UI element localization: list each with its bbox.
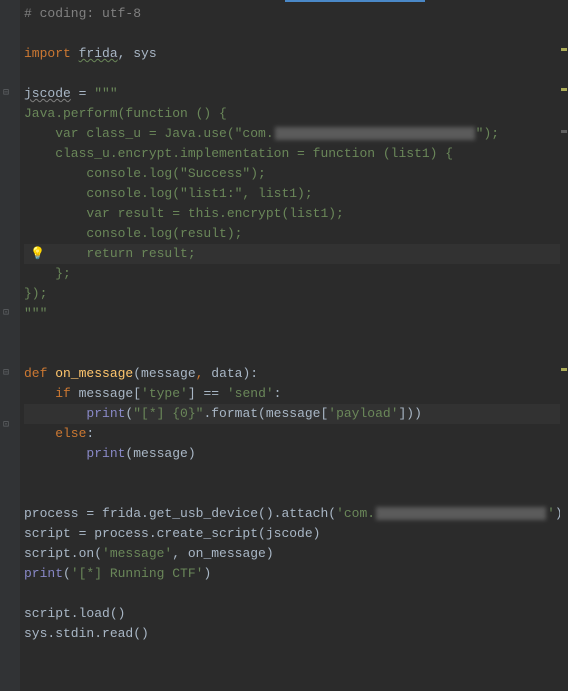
- function-name: on_message: [47, 366, 133, 381]
- string-literal: '[*] Running CTF': [71, 566, 204, 581]
- module-frida: frida: [79, 46, 118, 61]
- js-line: ");: [476, 126, 499, 141]
- builtin-print: print: [24, 446, 125, 461]
- js-line: Java.perform(function () {: [24, 106, 227, 121]
- string-literal: ': [547, 506, 555, 521]
- keyword-def: def: [24, 366, 47, 381]
- string-close: """: [24, 306, 47, 321]
- code-editor[interactable]: # coding: utf-8 import frida, sys jscode…: [20, 0, 568, 691]
- module-sys: sys: [125, 46, 156, 61]
- minimap-warning-mark: [561, 88, 567, 91]
- js-line: console.log("list1:", list1);: [24, 186, 313, 201]
- js-line: class_u.encrypt.implementation = functio…: [24, 146, 453, 161]
- code-text: script = process.create_script(jscode): [24, 526, 320, 541]
- paren: ):: [242, 366, 258, 381]
- code-text: , on_message): [172, 546, 273, 561]
- paren: ])): [399, 406, 422, 421]
- keyword-import: import: [24, 46, 71, 61]
- minimap-warning-mark: [561, 368, 567, 371]
- param-message: message: [141, 366, 196, 381]
- fold-close-icon[interactable]: ⊡: [3, 304, 9, 324]
- js-line: });: [24, 286, 47, 301]
- js-line: var result = this.encrypt(list1);: [24, 206, 344, 221]
- paren: ): [203, 566, 211, 581]
- redacted-text: [376, 507, 546, 520]
- colon: :: [86, 426, 94, 441]
- keyword-else: else: [24, 426, 86, 441]
- string-literal: "[*] {0}": [133, 406, 203, 421]
- code-text: message[: [71, 386, 141, 401]
- js-line: };: [24, 266, 71, 281]
- fold-close-icon[interactable]: ⊡: [3, 416, 9, 436]
- string-literal: 'type': [141, 386, 188, 401]
- intention-bulb-icon[interactable]: 💡: [30, 244, 45, 264]
- string-literal: 'send': [227, 386, 274, 401]
- code-text: ] ==: [188, 386, 227, 401]
- fold-open-icon[interactable]: ⊟: [3, 84, 9, 104]
- string-open: """: [94, 86, 117, 101]
- fold-open-icon[interactable]: ⊟: [3, 364, 9, 384]
- minimap-weak-mark: [561, 130, 567, 133]
- string-literal: 'payload': [328, 406, 398, 421]
- code-text: process = frida.get_usb_device().attach(: [24, 506, 336, 521]
- js-line: console.log(result);: [24, 226, 242, 241]
- redacted-text: [275, 127, 475, 140]
- assign-op: =: [71, 86, 94, 101]
- minimap-warning-mark: [561, 48, 567, 51]
- js-line: var class_u = Java.use("com.: [24, 126, 274, 141]
- code-text: (message): [125, 446, 195, 461]
- code-text: script.on(: [24, 546, 102, 561]
- string-literal: 'message': [102, 546, 172, 561]
- js-line: return result;: [24, 246, 196, 261]
- paren: (: [63, 566, 71, 581]
- code-text: sys.stdin.read(): [24, 626, 149, 641]
- js-line: console.log("Success");: [24, 166, 266, 181]
- builtin-print: print: [24, 406, 125, 421]
- param-data: data: [203, 366, 242, 381]
- minimap-scrollbar[interactable]: [560, 0, 568, 691]
- editor-gutter[interactable]: ⊟ ⊡ ⊟ ⊡: [0, 0, 20, 691]
- keyword-if: if: [24, 386, 71, 401]
- code-text: script.load(): [24, 606, 125, 621]
- string-literal: 'com.: [336, 506, 375, 521]
- colon: :: [274, 386, 282, 401]
- var-jscode: jscode: [24, 86, 71, 101]
- paren: (: [133, 366, 141, 381]
- code-text: .format(message[: [203, 406, 328, 421]
- code-comment: # coding: utf-8: [24, 6, 141, 21]
- builtin-print: print: [24, 566, 63, 581]
